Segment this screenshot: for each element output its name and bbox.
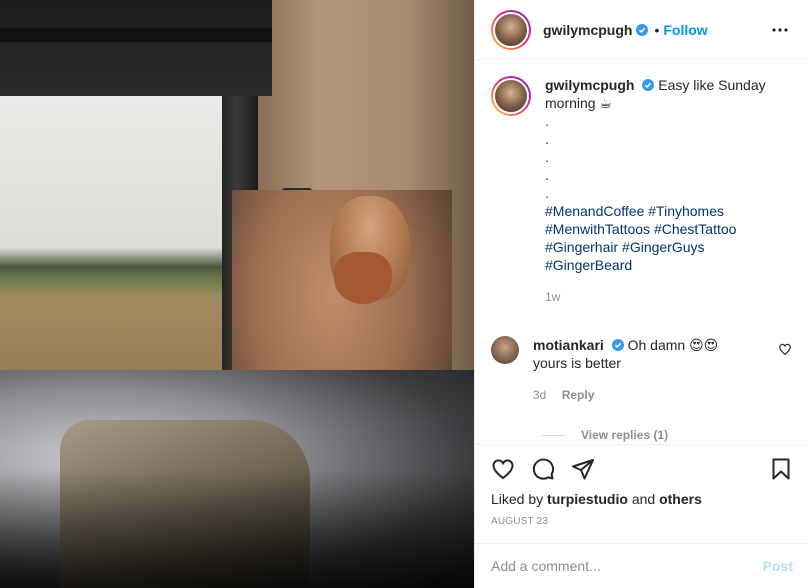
- hashtag-line[interactable]: #MenwithTattoos #ChestTattoo: [545, 220, 792, 238]
- share-icon[interactable]: [571, 457, 595, 481]
- comment-text-line2: yours is better: [533, 355, 621, 371]
- bookmark-icon[interactable]: [769, 457, 793, 481]
- follow-button[interactable]: Follow: [663, 22, 707, 38]
- comment-row: motiankari Oh damn 😍😍 yours is better 3d…: [491, 336, 792, 404]
- heart-icon[interactable]: [491, 457, 515, 481]
- liked-by-user[interactable]: turpiestudio: [547, 491, 628, 507]
- post-date[interactable]: August 23: [491, 516, 793, 527]
- hashtag-line[interactable]: #MenandCoffee #Tinyhomes: [545, 202, 792, 220]
- hashtag-line[interactable]: #GingerBeard: [545, 256, 792, 274]
- caption-dot: .: [545, 131, 549, 147]
- caption-author-avatar[interactable]: [491, 76, 531, 116]
- photo-window-view: [0, 96, 226, 412]
- liked-by-summary: Liked by turpiestudio and others: [491, 491, 793, 507]
- heart-eyes-emoji: 😍😍: [689, 337, 719, 353]
- caption-author-username[interactable]: gwilymcpugh: [545, 77, 634, 93]
- action-icons: [491, 445, 793, 493]
- replies-divider-line: [541, 434, 565, 436]
- caption-dot: .: [545, 113, 549, 129]
- caption-timestamp[interactable]: 1w: [545, 290, 560, 304]
- comment-like-heart-icon[interactable]: [778, 342, 792, 356]
- author-username[interactable]: gwilymcpugh: [543, 22, 632, 38]
- hashtag-line[interactable]: #Gingerhair #GingerGuys: [545, 238, 792, 256]
- post-photo[interactable]: [0, 0, 474, 588]
- liked-by-others[interactable]: others: [659, 491, 702, 507]
- verified-badge-icon: [636, 23, 649, 36]
- post-side-panel: gwilymcpugh • Follow gwilymcpugh Easy li…: [474, 0, 808, 588]
- liked-by-prefix: Liked by: [491, 491, 544, 507]
- coffee-emoji: ☕: [599, 95, 613, 111]
- photo-shadow: [0, 470, 474, 588]
- caption-row: gwilymcpugh Easy like Sunday morning ☕ .…: [491, 76, 792, 306]
- photo-person-beard: [334, 252, 392, 304]
- caption-dot: .: [545, 185, 549, 201]
- commenter-avatar[interactable]: [491, 336, 519, 364]
- separator-dot: •: [654, 21, 660, 38]
- reply-button[interactable]: Reply: [562, 388, 595, 402]
- comment-icon[interactable]: [531, 457, 555, 481]
- post-header: gwilymcpugh • Follow: [475, 0, 808, 60]
- liked-by-and: and: [631, 491, 656, 507]
- comment-text: Oh damn: [627, 337, 686, 353]
- add-comment-bar: Post: [475, 543, 808, 588]
- caption-dot: .: [545, 167, 549, 183]
- post-actions: Liked by turpiestudio and others August …: [475, 444, 808, 527]
- comments-list[interactable]: gwilymcpugh Easy like Sunday morning ☕ .…: [475, 60, 808, 444]
- photo-roller-blind: [0, 0, 272, 96]
- instagram-post: gwilymcpugh • Follow gwilymcpugh Easy li…: [0, 0, 808, 588]
- post-comment-button[interactable]: Post: [763, 558, 793, 574]
- comment-input[interactable]: [491, 558, 763, 574]
- verified-badge-icon: [611, 339, 624, 351]
- commenter-username[interactable]: motiankari: [533, 337, 604, 353]
- caption-meta: 1w: [545, 288, 792, 306]
- comment-timestamp[interactable]: 3d: [533, 388, 546, 402]
- more-options-icon[interactable]: [768, 18, 792, 42]
- view-replies-label: View replies (1): [581, 428, 669, 442]
- caption-dot: .: [545, 149, 549, 165]
- view-replies-toggle[interactable]: View replies (1): [541, 428, 792, 442]
- author-avatar[interactable]: [491, 9, 531, 50]
- verified-badge-icon: [642, 79, 655, 91]
- comment-meta: 3d Reply: [533, 386, 770, 404]
